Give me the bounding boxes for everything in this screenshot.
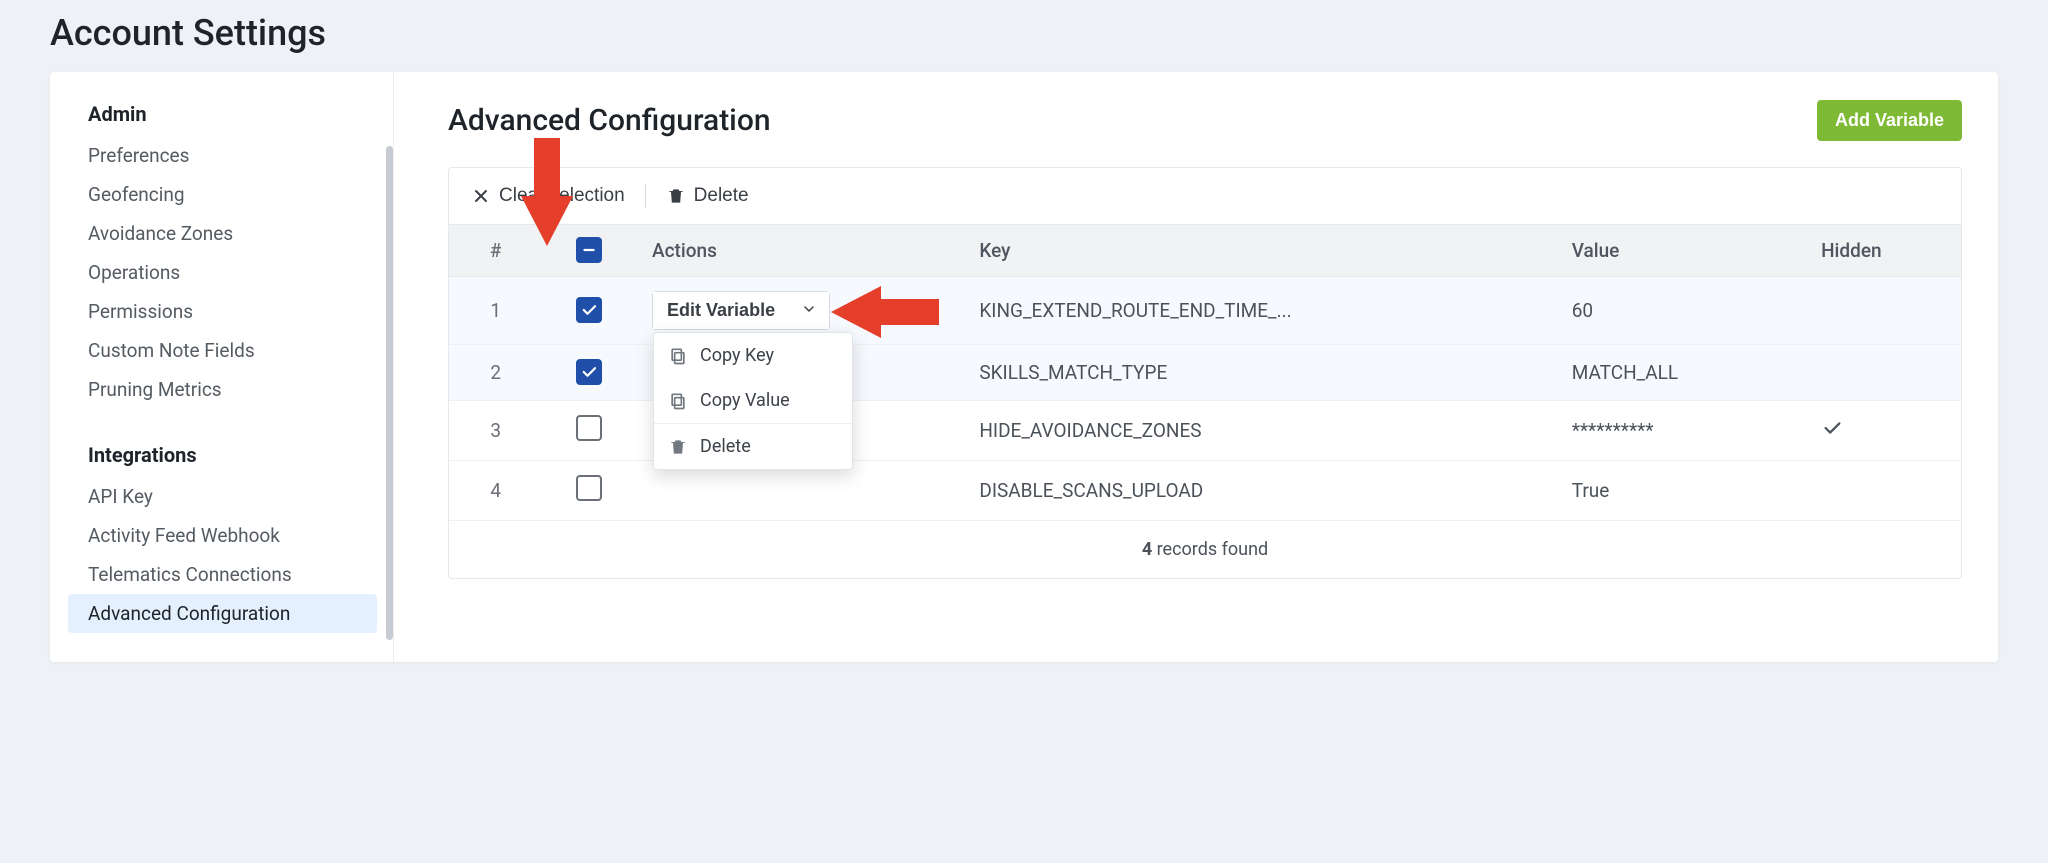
sidebar: Admin Preferences Geofencing Avoidance Z… <box>50 72 394 662</box>
trash-icon <box>666 186 686 206</box>
main-title: Advanced Configuration <box>448 103 771 138</box>
records-suffix: records found <box>1152 539 1268 560</box>
clear-selection-label: Clear selection <box>499 185 625 207</box>
sidebar-item-geofencing[interactable]: Geofencing <box>68 175 377 214</box>
row-index: 2 <box>449 345 543 401</box>
row-checkbox[interactable] <box>576 415 602 441</box>
chevron-down-icon <box>801 301 817 320</box>
row-value: ********** <box>1556 401 1805 461</box>
close-icon <box>471 186 491 206</box>
row-checkbox[interactable] <box>576 297 602 323</box>
sidebar-group-admin: Admin <box>68 96 377 136</box>
check-icon <box>1821 421 1843 444</box>
row-checkbox[interactable] <box>576 359 602 385</box>
row-key: HIDE_AVOIDANCE_ZONES <box>979 419 1339 442</box>
row-hidden <box>1805 277 1961 345</box>
sidebar-item-permissions[interactable]: Permissions <box>68 292 377 331</box>
row-key: SKILLS_MATCH_TYPE <box>979 361 1339 384</box>
sidebar-item-pruning-metrics[interactable]: Pruning Metrics <box>68 370 377 409</box>
sidebar-item-operations[interactable]: Operations <box>68 253 377 292</box>
sidebar-item-advanced-configuration[interactable]: Advanced Configuration <box>68 594 377 633</box>
config-table: # Actions Key Value Hidden <box>449 224 1961 521</box>
copy-icon <box>668 391 688 411</box>
toolbar-delete-label: Delete <box>694 185 749 207</box>
row-index: 4 <box>449 461 543 521</box>
edit-variable-button[interactable]: Edit Variable <box>653 292 789 329</box>
sidebar-item-activity-feed-webhook[interactable]: Activity Feed Webhook <box>68 516 377 555</box>
row-index: 3 <box>449 401 543 461</box>
records-count: 4 <box>1142 539 1152 560</box>
row-index: 1 <box>449 277 543 345</box>
trash-icon <box>668 437 688 457</box>
page-title: Account Settings <box>50 12 1998 54</box>
col-header-key: Key <box>963 225 1555 277</box>
dropdown-copy-key-label: Copy Key <box>700 345 774 366</box>
col-header-index: # <box>449 225 543 277</box>
dropdown-delete[interactable]: Delete <box>654 424 852 469</box>
row-key: KING_EXTEND_ROUTE_END_TIME_... <box>979 299 1339 322</box>
row-checkbox[interactable] <box>576 475 602 501</box>
row-hidden <box>1805 401 1961 461</box>
settings-panel: Admin Preferences Geofencing Avoidance Z… <box>50 72 1998 662</box>
config-table-wrap: Clear selection Delete # <box>448 167 1962 579</box>
select-all-checkbox[interactable] <box>576 237 602 263</box>
table-header-row: # Actions Key Value Hidden <box>449 225 1961 277</box>
dropdown-copy-value[interactable]: Copy Value <box>654 378 852 423</box>
dropdown-copy-value-label: Copy Value <box>700 390 790 411</box>
col-header-actions: Actions <box>636 225 963 277</box>
actions-dropdown-menu: Copy Key Copy Value <box>653 332 853 470</box>
dropdown-delete-label: Delete <box>700 436 751 457</box>
copy-icon <box>668 346 688 366</box>
col-header-hidden: Hidden <box>1805 225 1961 277</box>
row-value: MATCH_ALL <box>1556 345 1805 401</box>
sidebar-item-custom-note-fields[interactable]: Custom Note Fields <box>68 331 377 370</box>
row-value: 60 <box>1556 277 1805 345</box>
sidebar-group-integrations: Integrations <box>68 437 377 477</box>
row-key: DISABLE_SCANS_UPLOAD <box>979 479 1339 502</box>
row-hidden <box>1805 345 1961 401</box>
sidebar-item-preferences[interactable]: Preferences <box>68 136 377 175</box>
table-row: 1 Edit Variable <box>449 277 1961 345</box>
toolbar-separator <box>645 184 646 208</box>
sidebar-item-telematics-connections[interactable]: Telematics Connections <box>68 555 377 594</box>
records-found: 4 records found <box>449 521 1961 578</box>
edit-variable-dropdown-toggle[interactable] <box>789 292 829 329</box>
sidebar-item-api-key[interactable]: API Key <box>68 477 377 516</box>
row-hidden <box>1805 461 1961 521</box>
col-header-value: Value <box>1556 225 1805 277</box>
dropdown-copy-key[interactable]: Copy Key <box>654 333 852 378</box>
row-value: True <box>1556 461 1805 521</box>
annotation-arrow-left <box>829 286 939 338</box>
add-variable-button[interactable]: Add Variable <box>1817 100 1962 141</box>
sidebar-item-avoidance-zones[interactable]: Avoidance Zones <box>68 214 377 253</box>
clear-selection-button[interactable]: Clear selection <box>471 185 625 207</box>
col-header-checkbox <box>543 225 637 277</box>
table-toolbar: Clear selection Delete <box>449 168 1961 224</box>
edit-variable-split-button: Edit Variable <box>652 291 830 330</box>
sidebar-scrollbar[interactable] <box>386 146 393 640</box>
toolbar-delete-button[interactable]: Delete <box>666 185 749 207</box>
main-content: Advanced Configuration Add Variable Clea… <box>394 72 1998 662</box>
